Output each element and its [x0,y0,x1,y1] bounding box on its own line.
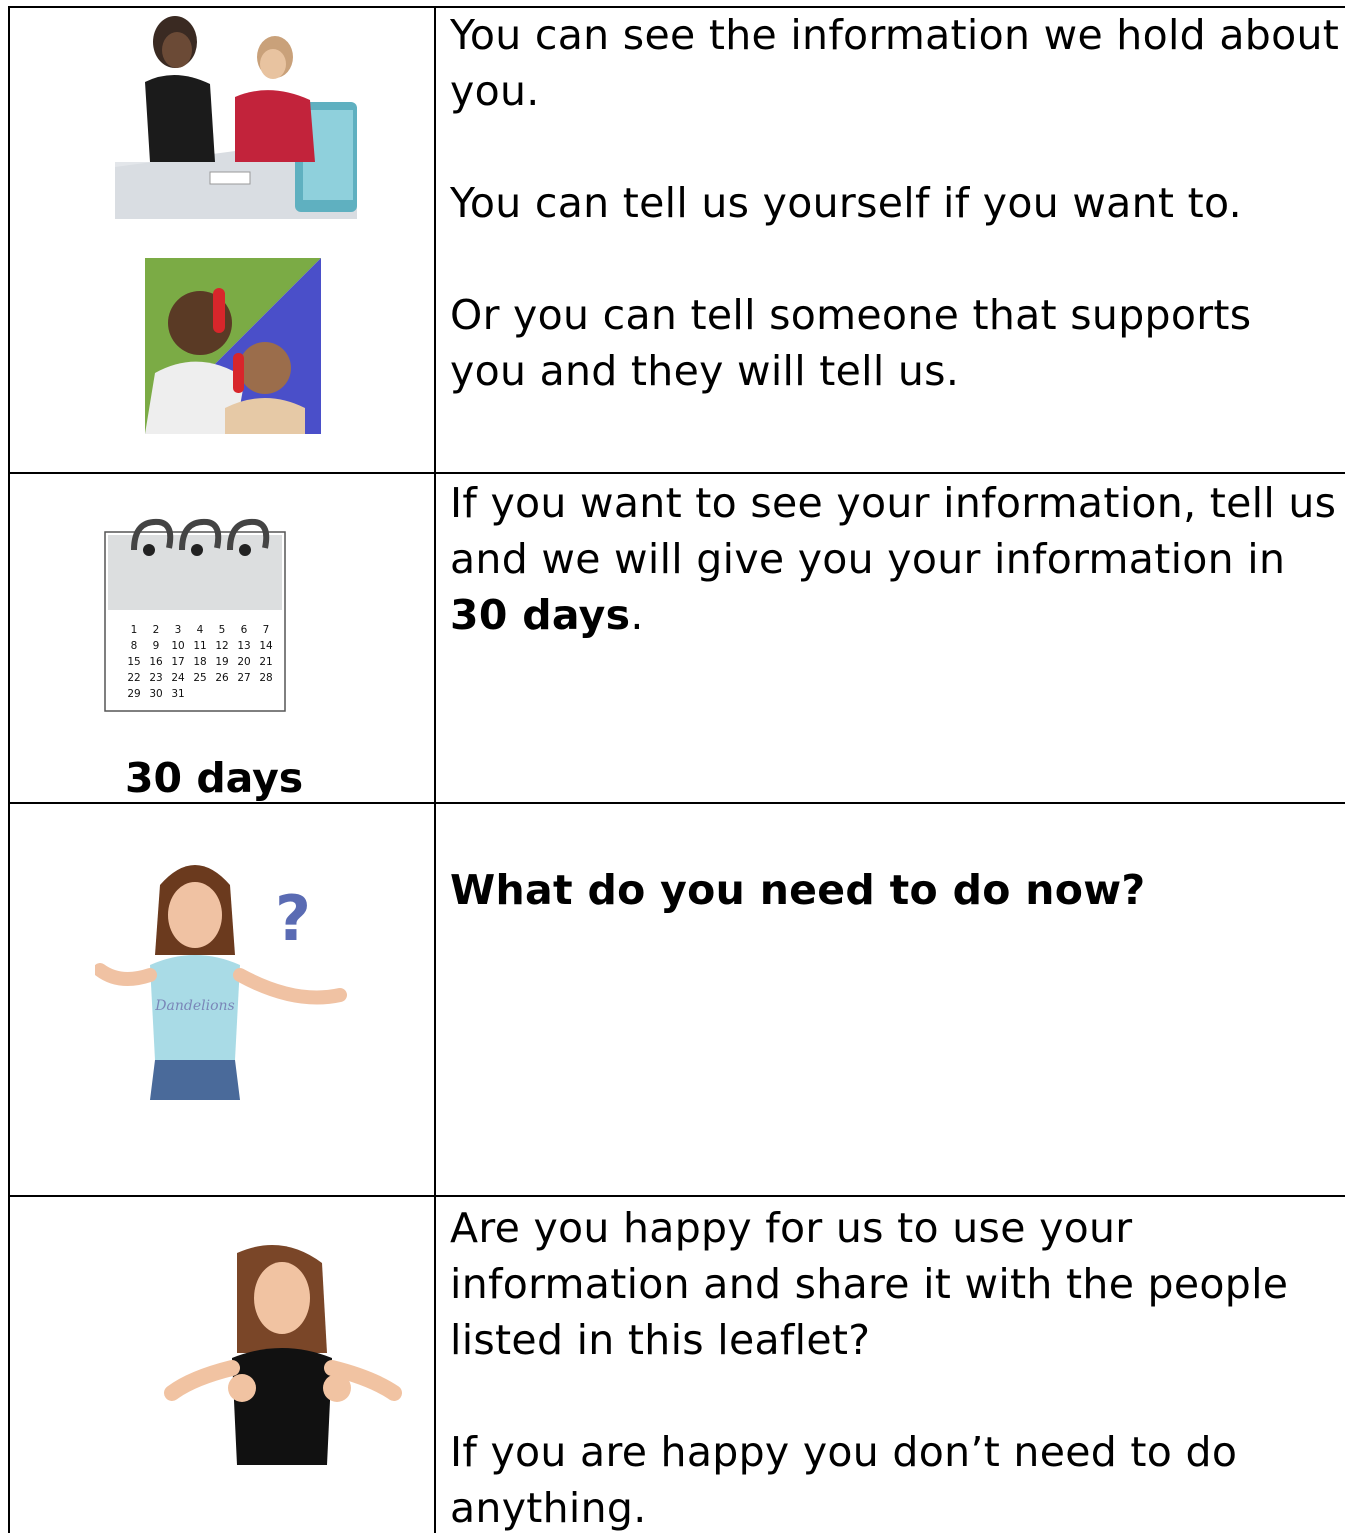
calendar-day: 26 [215,672,229,684]
row2-text: If you want to see your information, tel… [450,475,1340,643]
row4-paragraph-1: Are you happy for us to use your informa… [450,1204,1289,1364]
calendar-day: 23 [149,672,162,684]
calendar-day: 12 [215,640,228,652]
calendar-day: 25 [193,672,206,684]
row4-paragraph-2: If you are happy you don’t need to do an… [450,1428,1238,1532]
calendar-day: 24 [171,672,185,684]
calendar-day: 30 [149,688,162,700]
meeting-image [115,12,357,219]
row2-text-prefix: If you want to see your information, tel… [450,479,1337,583]
thirty-days-label: 30 days [125,754,304,802]
row2-text-bold: 30 days [450,591,631,639]
calendar-day: 9 [153,640,160,652]
row1-paragraph-3: Or you can tell someone that supports yo… [450,291,1252,395]
calendar-day: 21 [259,656,272,668]
calendar-day: 29 [127,688,140,700]
section-heading: What do you need to do now? [450,866,1146,914]
column-divider [434,6,436,1533]
row4-text: Are you happy for us to use your informa… [450,1200,1340,1536]
calendar-day: 13 [237,640,250,652]
easy-read-document: You can see the information we hold abou… [0,0,1345,1533]
calendar-day: 5 [219,624,226,636]
row-divider-1 [9,472,1345,474]
row2-text-suffix: . [630,591,644,639]
calendar-day: 10 [171,640,184,652]
calendar-icon: 1 2 3 4 5 6 7 8 9 10 11 12 13 14 15 16 17 18 19 20 21 22 23 24 2… [104,510,286,712]
calendar-day: 8 [131,640,138,652]
row-divider-3 [9,1195,1345,1197]
question-mark-icon: ? [275,882,311,955]
row1-paragraph-2: You can tell us yourself if you want to. [450,179,1242,227]
row2-paragraph: If you want to see your information, tel… [450,475,1340,643]
calendar-day: 3 [175,624,182,636]
table-border-left [8,6,10,1533]
confused-woman-image: Dandelions ? [93,845,350,1100]
calendar-day: 19 [215,656,228,668]
row1-paragraph-1: You can see the information we hold abou… [450,11,1340,115]
calendar-day: 4 [197,624,204,636]
calendar-day: 18 [193,656,206,668]
calendar-day: 27 [237,672,250,684]
calendar-day: 17 [171,656,184,668]
calendar-day: 1 [131,624,138,636]
row3-text: What do you need to do now? [450,862,1340,918]
calendar-day: 6 [241,624,248,636]
calendar-day: 14 [259,640,273,652]
row1-text: You can see the information we hold abou… [450,7,1340,399]
calendar-day: 31 [171,688,184,700]
calendar-day: 20 [237,656,250,668]
phone-call-image [145,258,321,434]
shirt-text: Dandelions [154,998,234,1014]
calendar-day: 7 [263,624,270,636]
calendar-day: 16 [149,656,163,668]
calendar-day: 15 [127,656,140,668]
calendar-day: 28 [259,672,272,684]
calendar-day: 22 [127,672,140,684]
calendar-day: 2 [153,624,160,636]
calendar-day: 11 [193,640,206,652]
thumbs-up-woman-image [162,1243,402,1465]
